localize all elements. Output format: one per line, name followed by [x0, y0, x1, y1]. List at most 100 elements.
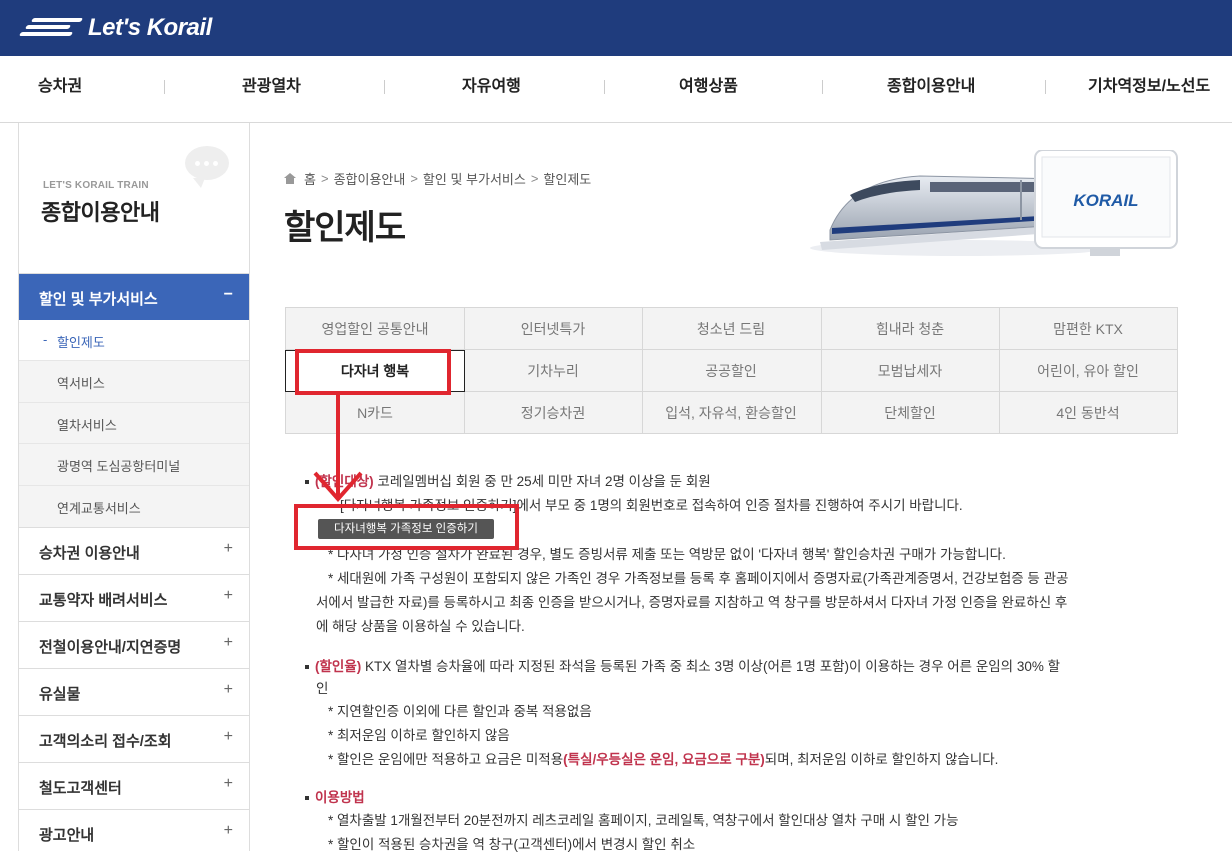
breadcrumb-separator: > [320, 171, 329, 186]
rate-label: (할인율) [315, 659, 362, 674]
sidebar-item-label: 광고안내 [39, 827, 95, 844]
nav-divider [1045, 80, 1046, 94]
speech-bubble-icon [185, 146, 229, 188]
rate-text: KTX 열차별 승차율에 따라 지정된 좌석을 등록된 가족 중 최소 3명 이… [361, 659, 1061, 674]
sidebar-subtitle: LET'S KORAIL TRAIN [43, 180, 149, 191]
rate-note-3-c: 되며, 최저운임 이하로 할인하지 않습니다. [764, 752, 999, 767]
plus-icon: + [223, 728, 233, 745]
korail-logo[interactable]: Let's Korail [18, 12, 212, 44]
plus-icon: + [223, 822, 233, 839]
plus-icon: + [223, 587, 233, 604]
rate-line: (할인율) KTX 열차별 승차율에 따라 지정된 좌석을 등록된 가족 중 최… [305, 655, 1060, 675]
subitem-label: 할인제도 [57, 335, 105, 350]
tab-standing-transfer[interactable]: 입석, 자유석, 환승할인 [642, 392, 820, 434]
subitem-train-service[interactable]: 열차서비스 [19, 402, 249, 444]
tab-four-seat[interactable]: 4인 동반석 [999, 392, 1177, 434]
page-title: 할인제도 [284, 209, 406, 247]
breadcrumb-general-guide[interactable]: 종합이용안내 [334, 169, 406, 188]
tab-group-discount[interactable]: 단체할인 [821, 392, 999, 434]
sidebar-item-label: 고객의소리 접수/조회 [39, 733, 172, 750]
rate-text-continued: 인 [316, 681, 329, 696]
annotation-box-tab [295, 349, 451, 395]
nav-divider [164, 80, 165, 94]
note-family-register-1: * 세대원에 가족 구성원이 포함되지 않은 가족인 경우 가족정보를 등록 후… [328, 571, 1069, 586]
sidebar-item-customer-center[interactable]: 철도고객센터 + [19, 762, 249, 809]
subitem-label: 광명역 도심공항터미널 [57, 459, 181, 474]
rate-note-1: * 지연할인증 이외에 다른 할인과 중복 적용없음 [328, 704, 592, 719]
bullet-icon [305, 480, 309, 485]
ktx-train-banner-image: KORAIL [810, 150, 1178, 256]
plus-icon: + [223, 634, 233, 651]
breadcrumb-home[interactable]: 홈 [304, 169, 316, 188]
sidebar: LET'S KORAIL TRAIN 종합이용안내 할인 및 부가서비스 − -… [18, 123, 250, 851]
logo-mark-icon [18, 16, 86, 40]
tab-season-ticket[interactable]: 정기승차권 [464, 392, 642, 434]
sidebar-item-label: 철도고객센터 [39, 780, 122, 797]
subitem-label: 연계교통서비스 [57, 501, 141, 516]
note-family-register-2: 서에서 발급한 자료)를 등록하시고 최종 인증을 받으시거나, 증명자료를 지… [316, 595, 1068, 610]
sidebar-item-advertising[interactable]: 광고안내 + [19, 809, 249, 856]
breadcrumb: 홈 > 종합이용안내 > 할인 및 부가서비스 > 할인제도 [284, 169, 596, 188]
tab-youth-dream[interactable]: 청소년 드림 [642, 308, 820, 350]
tab-public-discount[interactable]: 공공할인 [642, 350, 820, 392]
sidebar-item-label: 유실물 [39, 686, 81, 703]
rate-note-3: * 할인은 운임에만 적용하고 요금은 미적용(특실/우등실은 운임, 요금으로… [328, 748, 998, 768]
sidebar-item-lost-found[interactable]: 유실물 + [19, 668, 249, 715]
logo-text: Let's Korail [88, 14, 212, 41]
korail-brand-text: KORAIL [1073, 191, 1138, 210]
sidebar-item-accessibility[interactable]: 교통약자 배려서비스 + [19, 574, 249, 621]
minus-icon: − [223, 286, 233, 303]
sidebar-item-label: 승차권 이용안내 [39, 545, 140, 562]
sidebar-item-customer-voice[interactable]: 고객의소리 접수/조회 + [19, 715, 249, 762]
use-line: 이용방법 [305, 786, 365, 806]
plus-icon: + [223, 681, 233, 698]
subitem-discount-system[interactable]: - 할인제도 [19, 320, 249, 360]
target-line: (할인대상) 코레일멤버십 회원 중 만 25세 미만 자녀 2명 이상을 둔 … [305, 470, 711, 490]
sidebar-item-subway-delay[interactable]: 전철이용안내/지연증명 + [19, 621, 249, 668]
nav-station-info[interactable]: 기차역정보/노선도 [1088, 56, 1210, 122]
sidebar-item-discount-services[interactable]: 할인 및 부가서비스 − [19, 274, 249, 320]
sidebar-item-ticket-guide[interactable]: 승차권 이용안내 + [19, 527, 249, 574]
subitem-label: 열차서비스 [57, 418, 117, 433]
subitem-gwangmyeong-terminal[interactable]: 광명역 도심공항터미널 [19, 443, 249, 485]
breadcrumb-current: 할인제도 [543, 172, 592, 187]
main-nav: 승차권 관광열차 자유여행 여행상품 종합이용안내 기차역정보/노선도 [0, 56, 1232, 123]
breadcrumb-separator: > [410, 171, 418, 186]
bullet-icon [305, 796, 309, 801]
nav-tour-trains[interactable]: 관광열차 [242, 56, 301, 122]
nav-tickets[interactable]: 승차권 [38, 56, 82, 122]
tab-common-guide[interactable]: 영업할인 공통안내 [286, 308, 464, 350]
breadcrumb-discount-services[interactable]: 할인 및 부가서비스 [423, 169, 526, 188]
nav-divider [604, 80, 605, 94]
tab-child-infant[interactable]: 어린이, 유아 할인 [999, 350, 1177, 392]
sidebar-header: LET'S KORAIL TRAIN 종합이용안내 [19, 123, 249, 274]
rate-note-3-a: * 할인은 운임에만 적용하고 요금은 미적용 [328, 752, 564, 767]
tab-gichanuri[interactable]: 기차누리 [464, 350, 642, 392]
annotation-arrow-head-icon [313, 471, 363, 503]
plus-icon: + [223, 540, 233, 557]
plus-icon: + [223, 775, 233, 792]
home-icon[interactable] [284, 173, 296, 184]
nav-travel-products[interactable]: 여행상품 [679, 56, 738, 122]
subitem-connecting-transport[interactable]: 연계교통서비스 [19, 485, 249, 528]
use-note-1: * 열차출발 1개월전부터 20분전까지 레츠코레일 홈페이지, 코레일톡, 역… [328, 813, 959, 828]
sidebar-item-label: 할인 및 부가서비스 [39, 291, 158, 308]
nav-divider [384, 80, 385, 94]
tab-comfy-ktx[interactable]: 맘편한 KTX [999, 308, 1177, 350]
tab-model-taxpayer[interactable]: 모범납세자 [821, 350, 999, 392]
rate-note-3-b: (특실/우등실은 운임, 요금으로 구분) [563, 752, 765, 767]
annotation-box-button [294, 504, 519, 550]
nav-free-travel[interactable]: 자유여행 [462, 56, 521, 122]
tab-internet-special[interactable]: 인터넷특가 [464, 308, 642, 350]
note-family-register-3: 에 해당 상품을 이용하실 수 있습니다. [316, 619, 525, 634]
target-text: 코레일멤버십 회원 중 만 25세 미만 자녀 2명 이상을 둔 회원 [373, 474, 711, 489]
rate-note-2: * 최저운임 이하로 할인하지 않음 [328, 728, 510, 743]
tab-cheer-youth[interactable]: 힘내라 청춘 [821, 308, 999, 350]
subitem-label: 역서비스 [57, 376, 105, 391]
subitem-station-service[interactable]: 역서비스 [19, 360, 249, 402]
nav-general-guide[interactable]: 종합이용안내 [887, 56, 975, 122]
tab-n-card[interactable]: N카드 [286, 392, 464, 434]
bullet-icon [305, 665, 309, 670]
use-label: 이용방법 [315, 790, 365, 805]
top-bar: Let's Korail [0, 0, 1232, 56]
